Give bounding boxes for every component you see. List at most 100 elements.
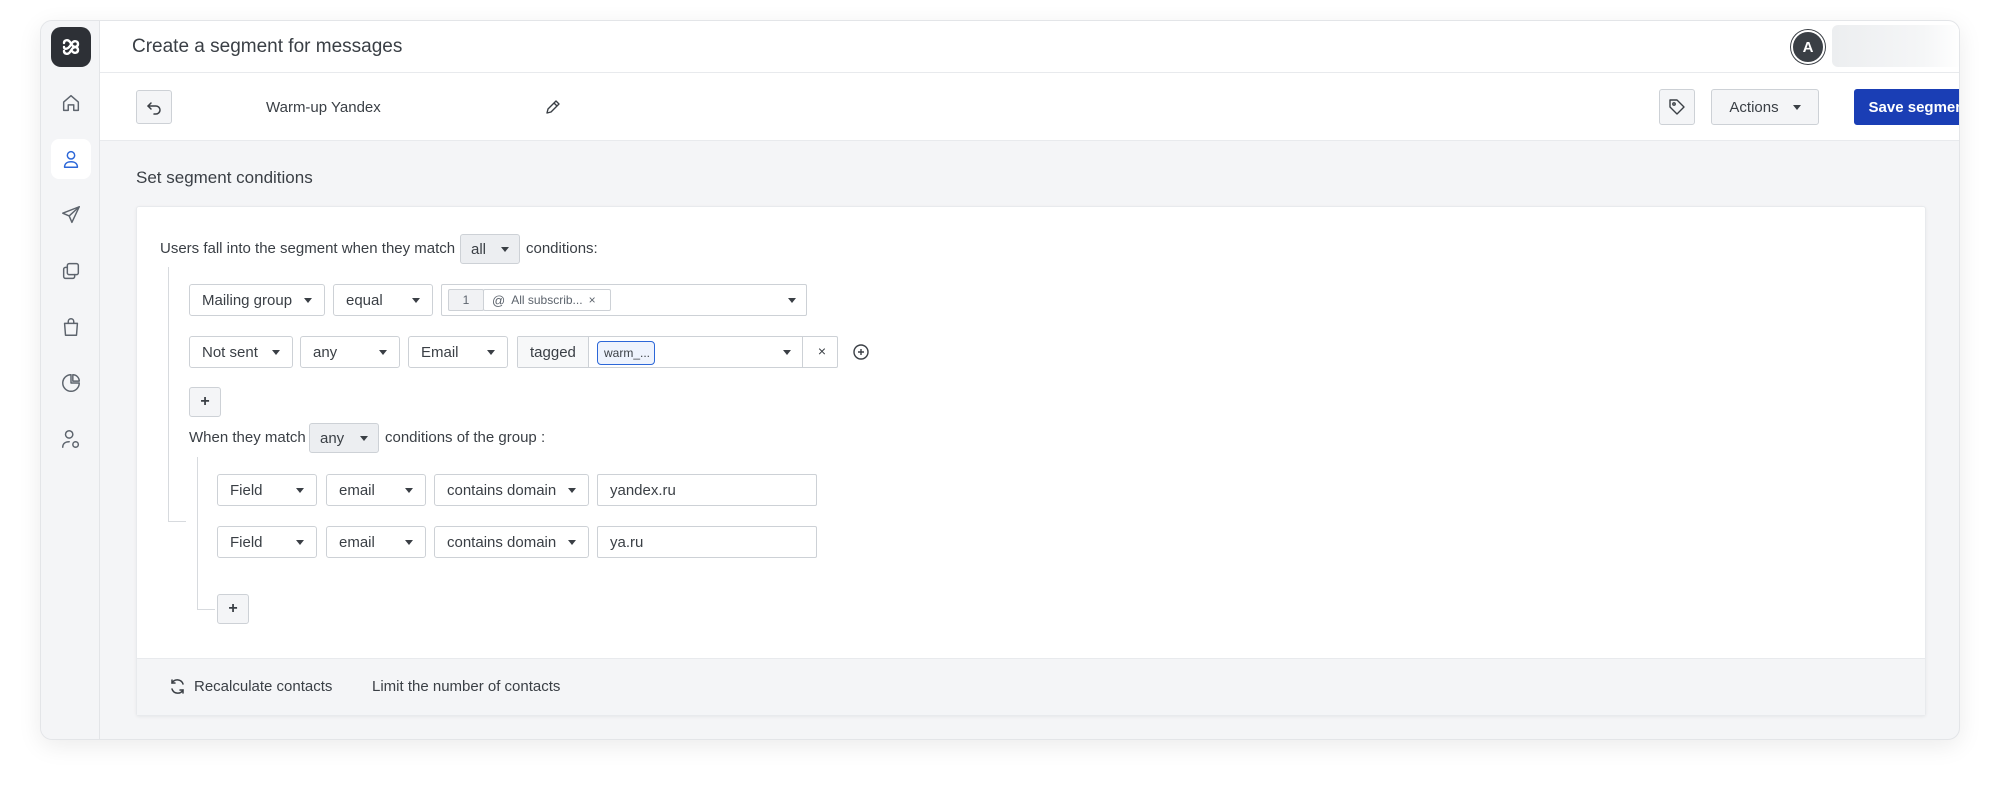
caret-down-icon [405, 487, 413, 493]
operator-label: equal [346, 291, 383, 309]
caret-down-icon [568, 539, 576, 545]
operator-dropdown[interactable]: equal [333, 284, 433, 316]
divider [802, 337, 803, 367]
caret-down-icon [783, 350, 791, 355]
section-title: Set segment conditions [136, 168, 313, 187]
group-tree-line [197, 457, 198, 609]
tag-icon [1669, 99, 1685, 115]
caret-down-icon [412, 297, 420, 303]
domain-input[interactable]: ya.ru [597, 526, 817, 558]
caret-down-icon [304, 297, 312, 303]
quantifier-dropdown[interactable]: any [300, 336, 400, 368]
field-type-dropdown[interactable]: Field [217, 474, 317, 506]
match-intro-prefix: Users fall into the segment when they ma… [160, 240, 456, 257]
group-chip[interactable]: @ All subscrib... × [483, 289, 611, 311]
avatar[interactable]: A [1791, 30, 1825, 64]
pie-chart-icon [62, 374, 80, 392]
mailing-group-dropdown[interactable]: Mailing group [189, 284, 325, 316]
group-match-suffix: conditions of the group : [385, 429, 546, 446]
tag-chip[interactable]: warm_... [597, 341, 655, 365]
match-all-dropdown[interactable]: all [460, 234, 520, 264]
conditions-card: Users fall into the segment when they ma… [136, 206, 1926, 716]
user-name-blurred[interactable] [1832, 25, 1959, 67]
caret-down-icon [379, 349, 387, 355]
field-operator-label: contains domain [447, 481, 557, 499]
field-name-label: email [339, 481, 375, 499]
field-label: Mailing group [202, 291, 293, 309]
pencil-icon[interactable] [543, 97, 563, 117]
sent-status-dropdown[interactable]: Not sent [189, 336, 293, 368]
add-group-condition-button[interactable]: + [217, 594, 249, 624]
copy-icon [62, 262, 80, 280]
caret-down-icon [405, 539, 413, 545]
field-name-label: email [339, 533, 375, 551]
nav-templates[interactable] [51, 251, 91, 291]
caret-down-icon [360, 435, 368, 441]
back-button[interactable] [136, 90, 172, 124]
caret-down-icon [296, 487, 304, 493]
group-match-dropdown[interactable]: any [309, 423, 379, 453]
quantifier-label: any [313, 343, 338, 361]
caret-down-icon [296, 539, 304, 545]
caret-down-icon [568, 487, 576, 493]
field-type-dropdown[interactable]: Field [217, 526, 317, 558]
tag-prefix: tagged [518, 337, 589, 367]
nav-contacts[interactable] [51, 139, 91, 179]
chip-remove-icon[interactable]: × [589, 293, 596, 307]
group-tree-line [197, 609, 215, 610]
add-condition-button[interactable]: + [189, 387, 221, 417]
group-match-value: any [320, 429, 345, 447]
refresh-icon [171, 679, 184, 694]
domain-input[interactable]: yandex.ru [597, 474, 817, 506]
nav-campaigns[interactable] [51, 195, 91, 235]
page-title: Create a segment for messages [132, 36, 403, 57]
save-segment-button[interactable]: Save segment [1854, 89, 1959, 125]
group-count-badge: 1 [448, 289, 484, 311]
send-icon [62, 206, 80, 224]
card-footer: Recalculate contacts Limit the number of… [137, 658, 1925, 715]
nav-commerce[interactable] [51, 307, 91, 347]
group-chip-label: All subscrib... [511, 293, 583, 307]
caret-down-icon [1792, 104, 1801, 110]
home-icon [62, 94, 80, 112]
logo-icon[interactable] [51, 27, 91, 67]
match-intro-suffix: conditions: [526, 240, 598, 257]
limit-contacts-link[interactable]: Limit the number of contacts [372, 678, 560, 695]
field-type-label: Field [230, 481, 263, 499]
recalculate-contacts-link[interactable]: Recalculate contacts [169, 678, 332, 695]
app-window: Create a segment for messages A Warm-up … [40, 20, 1960, 740]
channel-label: Email [421, 343, 459, 361]
user-settings-icon [62, 430, 80, 448]
actions-dropdown[interactable]: Actions [1711, 89, 1819, 125]
field-type-label: Field [230, 533, 263, 551]
field-name-dropdown[interactable]: email [326, 474, 426, 506]
match-value: all [471, 240, 487, 258]
nav-home[interactable] [51, 83, 91, 123]
undo-icon [147, 102, 161, 115]
field-operator-dropdown[interactable]: contains domain [434, 526, 589, 558]
field-name-dropdown[interactable]: email [326, 526, 426, 558]
caret-down-icon [272, 349, 280, 355]
tag-button[interactable] [1659, 89, 1695, 125]
caret-down-icon [501, 246, 509, 252]
segment-name[interactable]: Warm-up Yandex [266, 99, 381, 116]
tree-line [168, 521, 186, 522]
nav-account[interactable] [51, 419, 91, 459]
channel-dropdown[interactable]: Email [408, 336, 508, 368]
tag-select[interactable]: tagged × [517, 336, 838, 368]
actions-label: Actions [1729, 98, 1779, 116]
sidebar [41, 21, 100, 739]
remove-condition-icon[interactable]: × [818, 343, 826, 359]
at-icon: @ [492, 292, 506, 308]
field-operator-label: contains domain [447, 533, 557, 551]
tree-line [168, 267, 169, 522]
shopping-bag-icon [63, 318, 79, 336]
top-bar: Create a segment for messages A [100, 21, 1959, 73]
nav-analytics[interactable] [51, 363, 91, 403]
segment-toolbar: Warm-up Yandex Actions Save segment [100, 73, 1959, 141]
field-operator-dropdown[interactable]: contains domain [434, 474, 589, 506]
add-circle-icon[interactable] [852, 343, 870, 361]
user-icon [63, 150, 79, 168]
group-match-prefix: When they match [189, 429, 306, 446]
recalculate-label: Recalculate contacts [194, 678, 333, 695]
